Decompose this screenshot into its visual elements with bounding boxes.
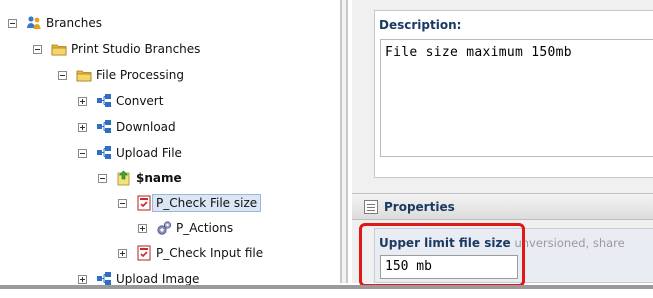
branch-tree: Branches Print Studio Branches File Proc… <box>0 0 340 286</box>
people-icon <box>26 15 42 31</box>
tree-node-print-studio-branches[interactable]: Print Studio Branches <box>33 38 200 60</box>
expand-toggle-icon[interactable] <box>78 96 87 106</box>
property-row-upper-limit-file-size: Upper limit file size unversioned, share… <box>374 228 653 283</box>
tree-node-label: Branches <box>46 16 102 30</box>
check-document-icon <box>136 195 152 211</box>
description-textarea[interactable]: File size maximum 150mb <box>380 39 653 157</box>
property-meta: unversioned, share <box>514 236 625 250</box>
collapse-toggle-icon[interactable] <box>98 173 107 183</box>
tree-node-upload-file[interactable]: Upload File <box>78 142 182 164</box>
tree-node-label: Upload Image <box>116 272 200 286</box>
description-title: Description: <box>379 18 462 32</box>
tree-node-name[interactable]: $name <box>98 167 182 189</box>
tree-node-label: File Processing <box>96 68 184 82</box>
tree-node-p-check-file-size[interactable]: P_Check File size <box>118 192 262 214</box>
description-section: Description: File size maximum 150mb <box>374 10 653 178</box>
tree-node-label: Download <box>116 120 176 134</box>
tree-node-label: Print Studio Branches <box>71 42 201 56</box>
collapse-toggle-icon[interactable] <box>58 70 67 80</box>
tree-node-p-check-input-file[interactable]: P_Check Input file <box>118 242 263 264</box>
folder-icon <box>51 41 67 57</box>
expand-toggle-icon[interactable] <box>118 248 127 258</box>
properties-title: Properties <box>384 199 455 214</box>
tree-node-label: P_Actions <box>176 221 234 235</box>
upload-node-icon <box>116 170 132 186</box>
workflow-icon <box>96 93 112 109</box>
expand-toggle-icon[interactable] <box>78 274 87 284</box>
tree-node-file-processing[interactable]: File Processing <box>58 64 184 86</box>
folder-icon <box>76 67 92 83</box>
bottom-border <box>0 285 653 298</box>
tree-node-p-actions[interactable]: P_Actions <box>138 217 233 239</box>
workflow-icon <box>96 145 112 161</box>
tree-node-label: $name <box>136 171 182 185</box>
collapse-toggle-icon[interactable] <box>78 148 87 158</box>
tree-node-label: Convert <box>116 94 164 108</box>
collapse-toggle-icon[interactable] <box>33 44 42 54</box>
details-panel: Description: File size maximum 150mb Pro… <box>352 0 653 283</box>
property-name: Upper limit file size <box>379 236 511 250</box>
expand-toggle-icon[interactable] <box>78 122 87 132</box>
properties-icon <box>364 199 378 214</box>
tree-node-convert[interactable]: Convert <box>78 90 163 112</box>
tree-node-label: Upload File <box>116 146 182 160</box>
tree-node-download[interactable]: Download <box>78 116 176 138</box>
properties-header[interactable]: Properties <box>352 193 653 220</box>
collapse-toggle-icon[interactable] <box>118 198 127 208</box>
expand-toggle-icon[interactable] <box>138 223 147 233</box>
workflow-icon <box>96 119 112 135</box>
tree-node-label: P_Check Input file <box>156 246 264 260</box>
tree-node-label-selected: P_Check File size <box>152 194 262 212</box>
property-label: Upper limit file size unversioned, share <box>379 236 625 250</box>
collapse-toggle-icon[interactable] <box>8 18 17 28</box>
actions-gear-icon <box>156 220 172 236</box>
tree-node-branches[interactable]: Branches <box>8 12 102 34</box>
splitter-line <box>346 0 348 283</box>
upper-limit-file-size-input[interactable]: 150 mb <box>380 255 518 279</box>
check-document-icon <box>136 245 152 261</box>
